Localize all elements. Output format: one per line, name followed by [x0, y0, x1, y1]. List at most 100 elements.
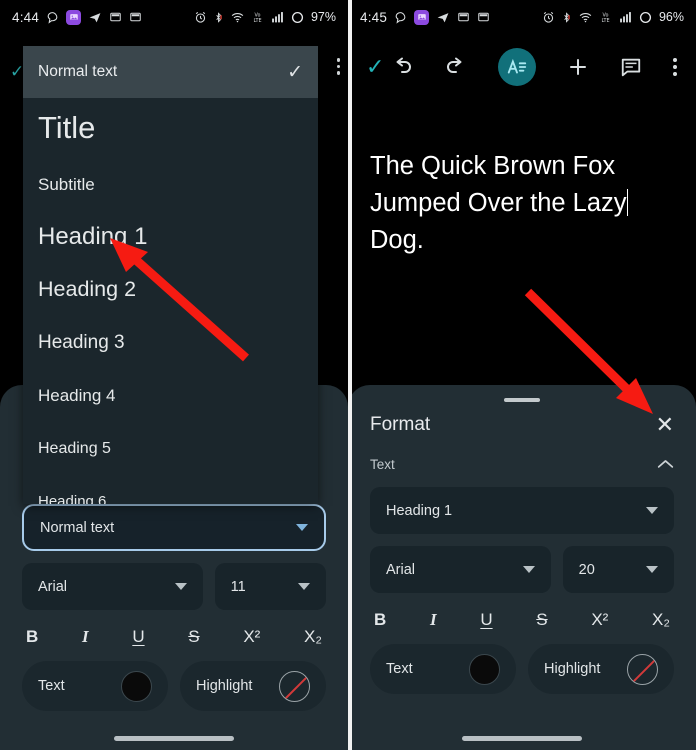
font-and-size-row: Arial 11 — [22, 563, 326, 610]
strikethrough-button[interactable]: S — [188, 628, 199, 645]
subscript-button[interactable]: X₂ — [304, 628, 322, 645]
highlight-color-button[interactable]: Highlight — [528, 644, 674, 694]
check-icon: ✓ — [287, 61, 303, 83]
chevron-down-icon — [298, 583, 310, 590]
document-body[interactable]: The Quick Brown Fox Jumped Over the Lazy… — [370, 148, 676, 259]
status-bar-left: 4:45 — [360, 9, 490, 25]
text-format-icon[interactable] — [498, 48, 536, 86]
style-option-heading-3[interactable]: Heading 3 — [23, 316, 318, 369]
color-row: Text Highlight — [348, 628, 696, 694]
underline-button[interactable]: U — [132, 628, 144, 645]
style-option-normal-text[interactable]: Normal text ✓ — [23, 46, 318, 98]
gallery-app-icon — [66, 9, 82, 25]
volte-icon: Vo LTE — [251, 11, 264, 24]
font-size-dropdown[interactable]: 20 — [562, 546, 674, 593]
style-option-label: Heading 3 — [38, 331, 125, 353]
format-sheet-header: Format ✕ — [348, 402, 696, 436]
text-cursor — [626, 189, 629, 216]
superscript-button[interactable]: X² — [243, 628, 260, 645]
status-time: 4:45 — [360, 9, 388, 25]
text-color-button[interactable]: Text — [370, 644, 516, 694]
undo-icon[interactable] — [390, 55, 414, 79]
right-phone-screen: 4:45 Vo LTE 96% ✓ The Quick Brown Fox Ju… — [348, 0, 696, 750]
editor-toolbar: ✓ — [348, 40, 696, 94]
signal-icon — [270, 11, 285, 24]
style-option-label: Heading 2 — [38, 277, 137, 301]
paragraph-style-value: Normal text — [40, 519, 115, 536]
subscript-button[interactable]: X₂ — [652, 611, 670, 628]
style-option-heading-5[interactable]: Heading 5 — [23, 422, 318, 475]
superscript-button[interactable]: X² — [591, 611, 608, 628]
style-option-subtitle[interactable]: Subtitle — [23, 158, 318, 211]
strikethrough-button[interactable]: S — [536, 611, 547, 628]
highlight-color-label: Highlight — [544, 661, 601, 677]
bold-button[interactable]: B — [26, 628, 38, 645]
font-family-dropdown[interactable]: Arial — [22, 563, 203, 610]
font-family-value: Arial — [38, 578, 68, 595]
style-option-label: Heading 5 — [38, 439, 111, 457]
speech-bubble-icon — [46, 11, 59, 24]
signal-icon — [618, 11, 633, 24]
style-option-heading-1[interactable]: Heading 1 — [23, 211, 318, 263]
text-color-swatch — [469, 653, 500, 685]
highlight-color-button[interactable]: Highlight — [180, 661, 326, 711]
paragraph-style-menu[interactable]: Normal text ✓ Title Subtitle Heading 1 H… — [23, 46, 318, 504]
chevron-up-icon[interactable] — [657, 456, 674, 473]
redo-icon[interactable] — [444, 55, 468, 79]
card-icon — [457, 11, 470, 23]
style-option-heading-4[interactable]: Heading 4 — [23, 369, 318, 422]
text-format-buttons: B I U S X² X₂ — [348, 593, 696, 628]
home-gesture-pill[interactable] — [462, 736, 582, 741]
system-navigation-bar — [348, 722, 696, 750]
battery-circle-icon — [639, 11, 652, 24]
bold-button[interactable]: B — [374, 611, 386, 628]
wifi-icon — [230, 11, 245, 24]
text-section-header[interactable]: Text — [348, 436, 696, 473]
text-color-button[interactable]: Text — [22, 661, 168, 711]
gallery-app-icon — [414, 9, 430, 25]
telegram-icon — [88, 11, 102, 24]
format-bottom-sheet: Format ✕ Text Heading 1 Arial 20 B I U S… — [348, 385, 696, 750]
card-icon — [129, 11, 142, 23]
status-bar: 4:44 Vo LTE 97% — [0, 0, 348, 34]
highlight-color-swatch — [627, 653, 658, 685]
plus-icon[interactable] — [566, 55, 590, 79]
done-check-icon[interactable]: ✓ — [366, 54, 384, 80]
wifi-icon — [578, 11, 593, 24]
italic-button[interactable]: I — [82, 628, 89, 645]
battery-percent: 96% — [658, 10, 684, 24]
status-bar: 4:45 Vo LTE 96% — [348, 0, 696, 34]
font-size-value: 11 — [230, 578, 246, 595]
home-gesture-pill[interactable] — [114, 736, 234, 741]
highlight-color-label: Highlight — [196, 678, 253, 694]
style-option-title[interactable]: Title — [23, 98, 318, 158]
paragraph-style-dropdown[interactable]: Normal text — [22, 504, 326, 551]
overflow-menu-icon[interactable] — [672, 56, 678, 78]
svg-text:LTE: LTE — [601, 17, 609, 23]
font-size-dropdown[interactable]: 11 — [214, 563, 326, 610]
overflow-menu-icon[interactable] — [336, 58, 340, 75]
document-line-2: Jumped Over the Lazy — [370, 189, 627, 217]
underline-button[interactable]: U — [480, 611, 492, 628]
chevron-down-icon — [522, 566, 535, 573]
style-option-label: Normal text — [38, 63, 118, 80]
style-option-heading-6[interactable]: Heading 6 — [23, 475, 318, 504]
font-size-value: 20 — [578, 561, 595, 578]
italic-button[interactable]: I — [430, 611, 437, 628]
style-option-heading-2[interactable]: Heading 2 — [23, 263, 318, 316]
font-family-dropdown[interactable]: Arial — [370, 546, 551, 593]
battery-percent: 97% — [310, 10, 336, 24]
style-option-label: Heading 4 — [38, 385, 116, 405]
document-line-1: The Quick Brown Fox — [370, 152, 616, 180]
comment-icon[interactable] — [620, 56, 642, 78]
font-family-value: Arial — [386, 561, 416, 578]
style-option-label: Title — [38, 110, 96, 145]
style-option-label: Heading 6 — [38, 493, 107, 504]
right-format-controls: Heading 1 Arial 20 — [348, 473, 696, 593]
paragraph-style-dropdown[interactable]: Heading 1 — [370, 487, 674, 534]
highlight-color-swatch — [279, 670, 310, 702]
close-icon[interactable]: ✕ — [656, 414, 674, 436]
text-color-label: Text — [386, 661, 413, 677]
alarm-icon — [542, 11, 555, 24]
card-icon — [477, 11, 490, 23]
